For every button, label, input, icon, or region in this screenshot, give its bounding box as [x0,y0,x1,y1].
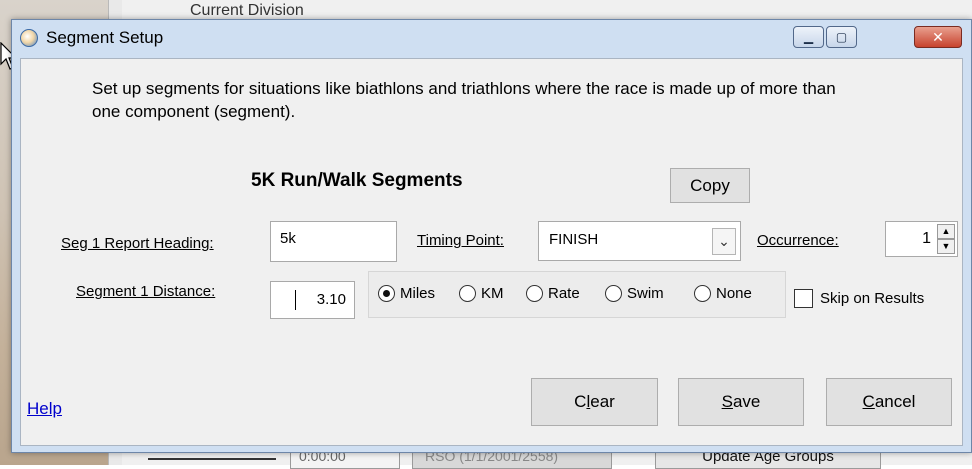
segments-heading: 5K Run/Walk Segments [251,170,463,191]
unit-label-km: KM [481,285,504,302]
unit-label-rate: Rate [548,285,580,302]
copy-button[interactable]: Copy [670,168,750,203]
radio-empty-icon [459,285,476,302]
radio-selected-icon [378,285,395,302]
unit-label-miles: Miles [400,285,436,302]
distance-unit-group: Miles KM Rate Swim None [368,271,786,318]
window-title: Segment Setup [46,28,164,47]
radio-empty-icon [694,285,711,302]
timing-point-label: Timing Point: [417,232,504,249]
radio-empty-icon [605,285,622,302]
segment-setup-window: Segment Setup ▁ ▢ ✕ Set up segments for … [11,19,972,453]
minimize-button[interactable]: ▁ [793,26,824,48]
timing-point-dropdown[interactable]: FINISH ⌄ [538,221,741,261]
chevron-down-icon[interactable]: ⌄ [712,228,736,255]
distance-value: 3.10 [316,291,346,308]
text-caret [295,290,296,310]
save-button[interactable]: Save [678,378,804,426]
dialog-content: Set up segments for situations like biat… [20,58,963,446]
background-line [148,458,276,460]
clear-button[interactable]: Clear [531,378,658,426]
close-button[interactable]: ✕ [914,26,962,48]
radio-empty-icon [526,285,543,302]
occurrence-stepper[interactable]: 1 ▲ ▼ [885,221,958,257]
report-heading-label: Seg 1 Report Heading: [61,235,214,252]
distance-input[interactable]: 3.10 [270,281,355,319]
title-bar[interactable]: Segment Setup ▁ ▢ ✕ [12,20,971,58]
report-heading-input[interactable]: 5k [270,221,397,262]
timing-point-value: FINISH [549,231,599,248]
skip-on-results-label[interactable]: Skip on Results [820,290,924,307]
occurrence-value: 1 [922,230,931,247]
app-icon [20,29,38,47]
distance-label: Segment 1 Distance: [76,283,216,300]
help-link[interactable]: Help [27,399,62,419]
skip-on-results-checkbox[interactable] [794,289,813,308]
spin-up-icon[interactable]: ▲ [937,224,955,239]
spin-down-icon[interactable]: ▼ [937,239,955,254]
description-text: Set up segments for situations like biat… [92,79,836,121]
cancel-button[interactable]: Cancel [826,378,952,426]
occurrence-label: Occurrence: [757,232,839,249]
unit-label-none: None [716,285,752,302]
maximize-button[interactable]: ▢ [826,26,857,48]
unit-label-swim: Swim [627,285,664,302]
background-top-label: Current Division [190,2,304,19]
